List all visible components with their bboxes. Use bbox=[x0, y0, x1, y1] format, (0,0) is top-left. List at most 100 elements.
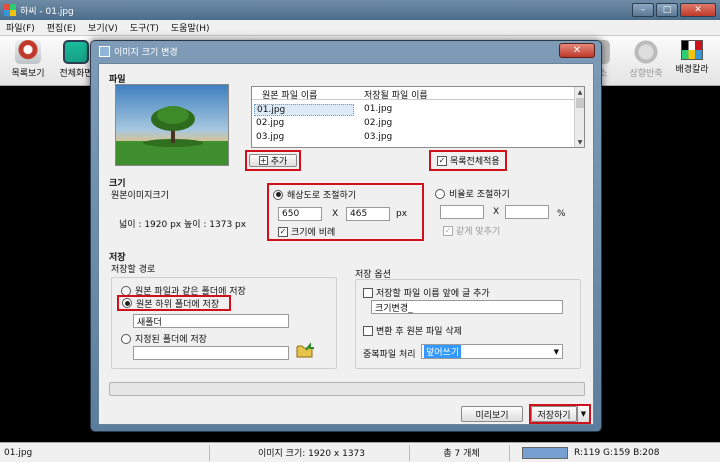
menu-tools[interactable]: 도구(T) bbox=[130, 21, 159, 34]
keep-ratio-option[interactable]: ✓ 크기에 비례 bbox=[278, 225, 335, 238]
status-total: 총 7 개체 bbox=[410, 444, 510, 461]
menu-help[interactable]: 도움말(H) bbox=[171, 21, 210, 34]
color-readout: R:119 G:159 B:208 bbox=[574, 447, 660, 458]
apply-all-checkbox[interactable]: ✓ bbox=[437, 155, 447, 166]
list-view-icon bbox=[15, 40, 41, 64]
column-target-name[interactable]: 저장될 파일 이름 bbox=[364, 88, 428, 101]
preview-button[interactable]: 미리보기 bbox=[461, 406, 523, 422]
add-button-highlight: + 추가 bbox=[245, 150, 301, 171]
original-size-label: 원본이미지크기 bbox=[111, 191, 169, 201]
file-list-scrollbar[interactable]: ▲ ▼ bbox=[574, 87, 584, 147]
image-thumbnail bbox=[115, 84, 229, 166]
app-icon bbox=[4, 4, 16, 16]
width-input[interactable]: 650 bbox=[278, 207, 322, 221]
color-palette-icon bbox=[681, 40, 703, 60]
save-dropdown-icon[interactable]: ▼ bbox=[577, 406, 589, 422]
keep-ratio-label: 크기에 비례 bbox=[291, 228, 336, 238]
ratio-option[interactable]: 비율로 조절하기 bbox=[435, 187, 510, 200]
delete-original-label: 변환 후 원본 파일 삭제 bbox=[376, 327, 462, 337]
resolution-option[interactable]: 해상도로 조절하기 bbox=[273, 188, 356, 201]
fullscreen-icon bbox=[63, 40, 89, 64]
ratio-label: 비율로 조절하기 bbox=[449, 190, 510, 200]
scroll-up-icon[interactable]: ▲ bbox=[576, 88, 584, 96]
sub-folder-radio[interactable] bbox=[122, 298, 132, 308]
file-list[interactable]: 원본 파일 이름 저장될 파일 이름 01.jpg 01.jpg 02.jpg … bbox=[251, 86, 585, 148]
status-color: R:119 G:159 B:208 bbox=[510, 445, 720, 461]
file-source: 01.jpg bbox=[254, 104, 354, 116]
ratio-radio[interactable] bbox=[435, 188, 445, 199]
height-input[interactable]: 465 bbox=[346, 207, 390, 221]
prefix-input[interactable]: 크기변경_ bbox=[371, 300, 563, 314]
x-sign: X bbox=[332, 209, 339, 219]
scroll-thumb[interactable] bbox=[576, 98, 584, 108]
maximize-button[interactable]: □ bbox=[656, 3, 678, 17]
file-list-row[interactable]: 03.jpg 03.jpg bbox=[252, 131, 574, 144]
delete-original-option[interactable]: 변환 후 원본 파일 삭제 bbox=[363, 324, 462, 337]
progress-bar bbox=[109, 382, 585, 396]
folder-browse-icon[interactable] bbox=[295, 341, 315, 359]
status-bar: 01.jpg 이미지 크기: 1920 x 1373 총 7 개체 R:119 … bbox=[0, 442, 720, 462]
keep-ratio-checkbox[interactable]: ✓ bbox=[278, 226, 288, 237]
sub-folder-label: 원본 하위 폴더에 저장 bbox=[136, 299, 220, 310]
percent-unit: % bbox=[557, 209, 566, 219]
same-fit-label: 같게 맞추기 bbox=[456, 227, 501, 237]
scroll-down-icon[interactable]: ▼ bbox=[576, 138, 584, 146]
file-list-row[interactable]: 02.jpg 02.jpg bbox=[252, 117, 574, 130]
duplicate-select[interactable]: 덮어쓰기 ▼ bbox=[421, 344, 563, 359]
column-source-name[interactable]: 원본 파일 이름 bbox=[262, 88, 317, 101]
ratio-x-sign: X bbox=[493, 207, 500, 217]
save-button[interactable]: 저장하기 bbox=[531, 406, 577, 422]
custom-folder-option[interactable]: 지정된 폴더에 저장 bbox=[121, 332, 207, 345]
custom-folder-input[interactable] bbox=[133, 346, 289, 360]
dialog-titlebar: 이미지 크기 변경 bbox=[99, 45, 178, 58]
menu-file[interactable]: 파일(F) bbox=[6, 21, 35, 34]
apply-all-highlight: ✓ 목록전체적용 bbox=[429, 150, 507, 171]
delete-original-checkbox[interactable] bbox=[363, 325, 373, 336]
save-button-highlight: 저장하기 ▼ bbox=[529, 404, 591, 424]
ratio-width-input[interactable] bbox=[440, 205, 484, 219]
dialog-icon bbox=[99, 46, 110, 57]
resolution-radio[interactable] bbox=[273, 189, 283, 200]
file-target: 02.jpg bbox=[364, 118, 393, 128]
prefix-option[interactable]: 저장할 파일 이름 앞에 글 추가 bbox=[363, 286, 490, 299]
menu-bar: 파일(F) 편집(E) 보기(V) 도구(T) 도움말(H) bbox=[0, 20, 720, 36]
dialog-body: 파일 원본 파일 이름 저장될 파일 이름 01.jpg 01.jpg 02.j… bbox=[98, 63, 594, 425]
menu-view[interactable]: 보기(V) bbox=[88, 21, 118, 34]
file-source: 03.jpg bbox=[256, 132, 285, 142]
same-fit-option[interactable]: ✓ 같게 맞추기 bbox=[443, 224, 500, 237]
file-target: 01.jpg bbox=[364, 104, 393, 114]
main-titlebar: 하씨 - 01.jpg – □ ✕ bbox=[0, 0, 720, 20]
ratio-height-input[interactable] bbox=[505, 205, 549, 219]
chevron-down-icon[interactable]: ▼ bbox=[554, 348, 559, 356]
sub-folder-highlight: 원본 하위 폴더에 저장 bbox=[117, 295, 231, 311]
status-filename: 01.jpg bbox=[0, 444, 210, 461]
flip-vertical-icon bbox=[633, 40, 659, 64]
dialog-close-button[interactable]: ✕ bbox=[559, 43, 595, 58]
menu-edit[interactable]: 편집(E) bbox=[47, 21, 76, 34]
preview-button-label: 미리보기 bbox=[475, 410, 509, 421]
window-title: 하씨 - 01.jpg bbox=[20, 6, 74, 17]
plus-icon: + bbox=[258, 156, 268, 165]
status-image-size: 이미지 크기: 1920 x 1373 bbox=[210, 444, 410, 461]
file-list-header: 원본 파일 이름 저장될 파일 이름 bbox=[252, 87, 584, 101]
custom-folder-radio[interactable] bbox=[121, 333, 131, 344]
minimize-button[interactable]: – bbox=[632, 3, 654, 17]
prefix-label: 저장할 파일 이름 앞에 글 추가 bbox=[376, 289, 490, 299]
resize-dialog: 이미지 크기 변경 ✕ 파일 원본 파일 이름 저장될 파일 이름 01.jpg… bbox=[90, 40, 602, 432]
original-size-value: 넓이 : 1920 px 높이 : 1373 px bbox=[119, 220, 247, 230]
prefix-checkbox[interactable] bbox=[363, 287, 373, 298]
background-color-button[interactable]: 배경칼라 bbox=[664, 40, 720, 75]
duplicate-selected-value: 덮어쓰기 bbox=[424, 345, 462, 358]
close-button[interactable]: ✕ bbox=[680, 3, 716, 17]
duplicate-label: 중복파일 처리 bbox=[363, 350, 416, 360]
add-button-label: 추가 bbox=[270, 157, 288, 167]
color-swatch bbox=[522, 446, 568, 459]
sub-folder-input[interactable]: 새폴더 bbox=[133, 314, 289, 328]
same-fit-checkbox[interactable]: ✓ bbox=[443, 225, 453, 236]
same-folder-radio[interactable] bbox=[121, 285, 131, 296]
apply-all-label: 목록전체적용 bbox=[450, 157, 500, 167]
thumbnail-image bbox=[116, 85, 228, 165]
file-list-row[interactable]: 01.jpg 01.jpg bbox=[252, 103, 574, 116]
add-button[interactable]: + 추가 bbox=[249, 154, 297, 167]
custom-folder-label: 지정된 폴더에 저장 bbox=[135, 335, 207, 345]
